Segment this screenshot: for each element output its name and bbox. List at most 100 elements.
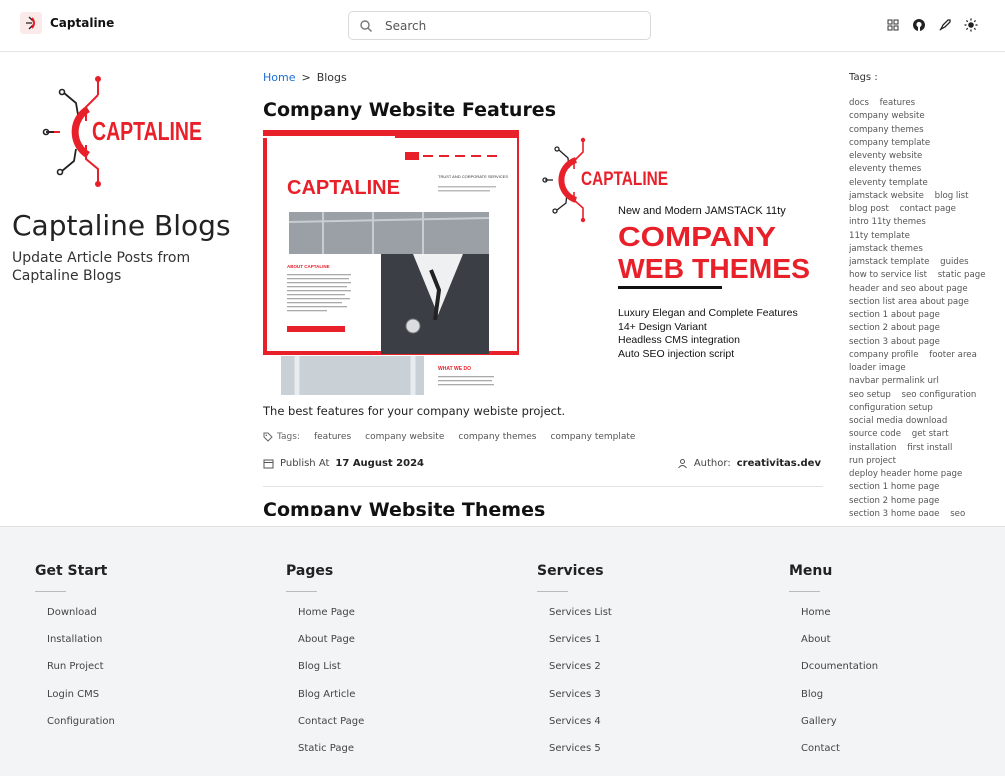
publish-date-value: 17 August 2024 <box>335 458 425 469</box>
footer-column-get-start: Get Start Download Installation Run Proj… <box>35 563 235 740</box>
footer-link[interactable]: Services 1 <box>549 631 737 658</box>
footer-link[interactable]: Login CMS <box>47 686 235 713</box>
sidebar-tag[interactable]: section 3 home page <box>849 509 939 516</box>
footer-link[interactable]: Services 4 <box>549 713 737 740</box>
post-hero-image[interactable]: CAPTALINE TRUST AND CORPORATE SERVICES A… <box>263 130 823 395</box>
footer-column-title: Pages <box>286 563 334 579</box>
sidebar-tag[interactable]: company themes <box>849 125 924 135</box>
sidebar-tag[interactable]: source code <box>849 429 901 439</box>
sidebar-tag[interactable]: section list area about page <box>849 297 969 307</box>
sidebar-tag[interactable]: features <box>880 98 916 108</box>
sidebar-tag[interactable]: guides <box>940 257 969 267</box>
post-title[interactable]: Company Website Themes <box>263 499 545 516</box>
page-subtitle: Update Article Posts from Captaline Blog… <box>12 250 191 284</box>
post-tag[interactable]: company themes <box>458 432 536 442</box>
sidebar-tag[interactable]: deploy header home page <box>849 469 962 479</box>
sidebar-tag[interactable]: company template <box>849 138 930 148</box>
rocket-icon[interactable] <box>938 17 952 31</box>
github-icon[interactable] <box>912 17 926 31</box>
sidebar-tag[interactable]: company profile <box>849 350 918 360</box>
footer-title-underline <box>789 591 820 592</box>
promo-headline-1: COMPANY <box>618 221 776 252</box>
breadcrumb-current: Blogs <box>316 71 347 84</box>
sidebar-tag[interactable]: eleventy website <box>849 151 922 161</box>
footer-link[interactable]: Services 3 <box>549 686 737 713</box>
tags-heading: Tags : <box>849 72 878 83</box>
sidebar-tag[interactable]: seo setup <box>849 390 891 400</box>
footer-link[interactable]: Blog <box>801 686 989 713</box>
sidebar-tag[interactable]: installation <box>849 443 896 453</box>
footer-link[interactable]: Contact Page <box>298 713 486 740</box>
footer-link[interactable]: Configuration <box>47 713 235 740</box>
search-input[interactable] <box>385 18 625 33</box>
footer-link[interactable]: About <box>801 631 989 658</box>
sidebar-tag[interactable]: seo <box>950 509 965 516</box>
footer-link[interactable]: Blog List <box>298 658 486 685</box>
sidebar-tag[interactable]: configuration setup <box>849 403 933 413</box>
sidebar-tag[interactable]: intro 11ty themes <box>849 217 926 227</box>
brand-link[interactable]: Captaline <box>20 12 114 34</box>
post-tags: Tags: features company website company t… <box>263 432 635 442</box>
sun-icon[interactable] <box>964 17 978 32</box>
footer-link[interactable]: Contact <box>801 740 989 767</box>
footer-link[interactable]: Download <box>47 604 235 631</box>
sidebar-tag[interactable]: navbar permalink url <box>849 376 939 386</box>
footer-link[interactable]: Services 2 <box>549 658 737 685</box>
search-box[interactable] <box>348 11 651 40</box>
grid-icon[interactable] <box>886 17 900 31</box>
sidebar-tag[interactable]: loader image <box>849 363 906 373</box>
sidebar-tag[interactable]: section 1 home page <box>849 482 939 492</box>
post-tag[interactable]: company website <box>365 432 444 442</box>
sidebar-tag[interactable]: get start <box>912 429 949 439</box>
sidebar-tag[interactable]: jamstack themes <box>849 244 923 254</box>
sidebar-tag[interactable]: section 2 about page <box>849 323 940 333</box>
sidebar-tag[interactable]: section 1 about page <box>849 310 940 320</box>
breadcrumb-home[interactable]: Home <box>263 71 295 84</box>
sidebar-tag[interactable]: header and seo about page <box>849 284 968 294</box>
post-title[interactable]: Company Website Features <box>263 99 556 121</box>
footer-link[interactable]: Services 5 <box>549 740 737 767</box>
footer-link[interactable]: About Page <box>298 631 486 658</box>
captaline-logo: CAPTALINE <box>42 76 203 187</box>
post-tag[interactable]: company template <box>550 432 635 442</box>
sidebar-tag[interactable]: section 2 home page <box>849 496 939 506</box>
sidebar-tag[interactable]: company website <box>849 111 925 121</box>
post-tag[interactable]: features <box>314 432 351 442</box>
sidebar-tag[interactable]: jamstack template <box>849 257 929 267</box>
search-icon <box>360 19 372 32</box>
sidebar-tag[interactable]: docs <box>849 98 869 108</box>
footer-link[interactable]: Home Page <box>298 604 486 631</box>
sidebar-tag[interactable]: section 3 about page <box>849 337 940 347</box>
footer-link[interactable]: Gallery <box>801 713 989 740</box>
footer-link[interactable]: Services List <box>549 604 737 631</box>
sidebar-tag[interactable]: eleventy themes <box>849 164 921 174</box>
post-divider <box>263 486 823 487</box>
sidebar-tag[interactable]: social media download <box>849 416 947 426</box>
blog-list: Home > Blogs Company Website Features CA… <box>263 60 823 516</box>
sidebar-tag[interactable]: static page <box>938 270 986 280</box>
sidebar-tag[interactable]: eleventy template <box>849 178 928 188</box>
sidebar-tag[interactable]: first install <box>907 443 952 453</box>
footer-link[interactable]: Run Project <box>47 658 235 685</box>
sidebar-tag[interactable]: blog list <box>935 191 969 201</box>
footer-link[interactable]: Static Page <box>298 740 486 767</box>
promo-feature: Luxury Elegan and Complete Features <box>618 307 798 319</box>
footer-link[interactable]: Installation <box>47 631 235 658</box>
sidebar-tag[interactable]: how to service list <box>849 270 927 280</box>
logo-wordmark: CAPTALINE <box>92 116 202 146</box>
footer-link[interactable]: Blog Article <box>298 686 486 713</box>
footer-link[interactable]: Dcoumentation <box>801 658 989 685</box>
footer-column-title: Get Start <box>35 563 108 579</box>
sidebar-tag[interactable]: 11ty template <box>849 231 910 241</box>
author-name[interactable]: creativitas.dev <box>737 458 821 469</box>
sidebar-tag[interactable]: jamstack website <box>849 191 924 201</box>
mock-about-heading: ABOUT CAPTALINE <box>287 264 330 269</box>
sidebar-tag[interactable]: footer area <box>929 350 977 360</box>
footer-link[interactable]: Home <box>801 604 989 631</box>
sidebar-tag[interactable]: seo configuration <box>902 390 977 400</box>
sidebar-tag[interactable]: blog post <box>849 204 889 214</box>
mock-trust-heading: TRUST AND CORPORATE SERVICES <box>438 174 508 179</box>
tags-label-text: Tags: <box>277 432 300 442</box>
sidebar-tag[interactable]: run project <box>849 456 896 466</box>
sidebar-tag[interactable]: contact page <box>900 204 956 214</box>
